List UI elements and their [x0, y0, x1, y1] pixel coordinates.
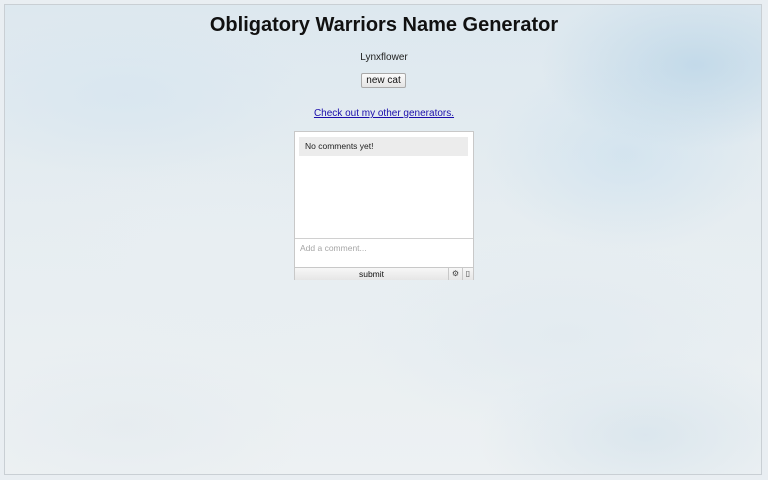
- info-icon[interactable]: ▯: [462, 268, 473, 280]
- other-generators-link-container: Check out my other generators.: [0, 108, 768, 119]
- no-comments-message: No comments yet!: [299, 137, 468, 156]
- page-title: Obligatory Warriors Name Generator: [209, 14, 559, 36]
- other-generators-link[interactable]: Check out my other generators.: [314, 108, 454, 119]
- new-cat-button[interactable]: new cat: [361, 73, 406, 88]
- settings-gear-icon[interactable]: ⚙: [448, 268, 462, 280]
- comment-input[interactable]: [295, 239, 473, 267]
- comment-widget: No comments yet! submit ⚙ ▯: [294, 131, 474, 280]
- generated-name: Lynxflower: [360, 52, 408, 63]
- submit-button[interactable]: submit: [295, 268, 448, 280]
- comment-submit-bar: submit ⚙ ▯: [295, 267, 473, 280]
